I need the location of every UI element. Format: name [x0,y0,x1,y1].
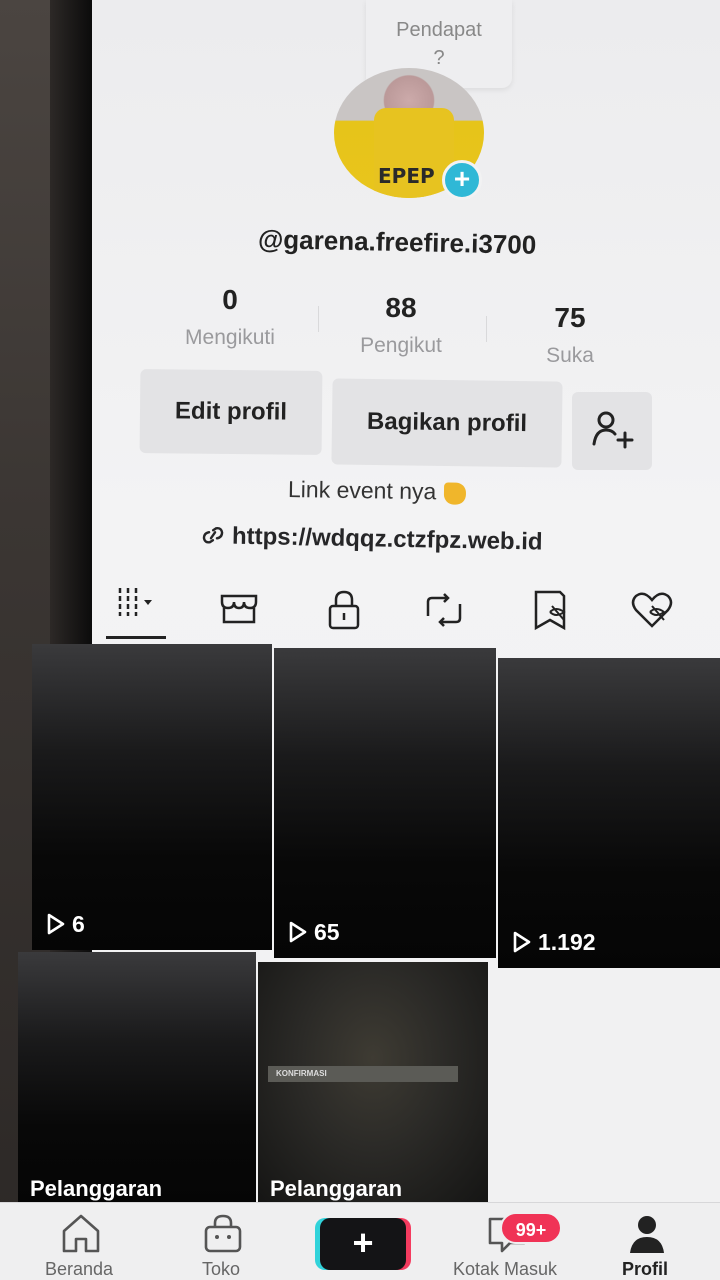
violation-label: Pelanggaran [270,1176,403,1201]
view-count-value: 6 [72,911,85,937]
nav-profile[interactable]: Profil [590,1203,700,1280]
stat-divider [318,306,319,332]
video-tile[interactable]: 65 [274,648,496,958]
play-icon [47,913,65,935]
pointing-down-emoji-icon [444,482,467,505]
avatar-shirt-text: EPEP [378,164,435,188]
shopping-bag-icon [204,1214,242,1253]
create-button[interactable]: + [320,1218,406,1270]
tooltip-line-1: Pendapat [396,19,482,41]
tab-liked[interactable] [622,580,682,640]
video-tile-empty [490,970,720,1202]
tab-active-indicator [106,636,166,639]
bio-line: Link event nya [287,476,437,505]
view-count-value: 1.192 [538,929,596,955]
video-tile[interactable]: KONFIRMASI Pelanggaran [258,962,488,1202]
tab-videos[interactable] [108,580,168,640]
home-icon [62,1214,100,1253]
view-count-value: 65 [314,919,340,945]
profile-icon [630,1216,664,1253]
tab-private[interactable] [314,580,374,640]
likes-label: Suka [546,344,594,367]
videos-grid-icon [118,588,152,616]
liked-icon [631,592,673,628]
nav-inbox-label: Kotak Masuk [452,1259,558,1279]
edit-profile-button[interactable]: Edit profil [139,369,323,455]
add-avatar-plus-icon[interactable]: + [442,160,482,200]
nav-shop-label: Toko [201,1259,241,1279]
following-count: 0 [222,284,238,315]
saved-icon [534,590,566,631]
stat-divider [486,316,487,342]
play-icon [289,921,307,943]
view-count: 6 [46,911,85,938]
tooltip-line-2: ? [433,47,445,69]
bio-text: Link event nya [288,476,467,506]
add-person-icon [592,411,634,449]
followers-count: 88 [385,292,417,323]
tab-saved[interactable] [520,580,580,640]
username: @garena.freefire.i3700 [257,224,537,260]
tab-shop[interactable] [210,580,270,640]
following-label: Mengikuti [185,326,275,349]
stat-followers[interactable]: 88 Pengikut [346,292,456,358]
nav-shop[interactable]: Toko [166,1203,276,1280]
lock-icon [328,590,360,630]
followers-label: Pengikut [360,334,442,357]
link-icon [202,526,224,544]
profile-content-tabs [92,580,720,644]
stat-likes[interactable]: 75 Suka [520,302,620,368]
share-profile-button[interactable]: Bagikan profil [331,378,563,468]
likes-count: 75 [554,302,586,333]
nav-home-label: Beranda [44,1259,114,1279]
video-overlay-text: KONFIRMASI [268,1066,458,1082]
view-count: 1.192 [512,929,596,956]
video-tile[interactable]: 6 [32,644,272,950]
add-friend-button[interactable] [572,392,652,470]
stat-following[interactable]: 0 Mengikuti [168,284,292,350]
violation-label: Pelanggaran [30,1176,163,1201]
tab-reposts[interactable] [414,580,474,640]
repost-icon [426,593,462,627]
nav-home[interactable]: Beranda [24,1203,134,1280]
profile-link-url: https://wdqqz.ctzfpz.web.id [231,522,543,556]
inbox-badge: 99+ [500,1212,562,1244]
video-tile[interactable]: Pelanggaran [18,952,256,1202]
shop-icon [220,594,258,624]
video-tile[interactable]: 1.192 [498,658,720,968]
nav-profile-label: Profil [621,1259,668,1279]
play-icon [513,931,531,953]
view-count: 65 [288,919,340,946]
